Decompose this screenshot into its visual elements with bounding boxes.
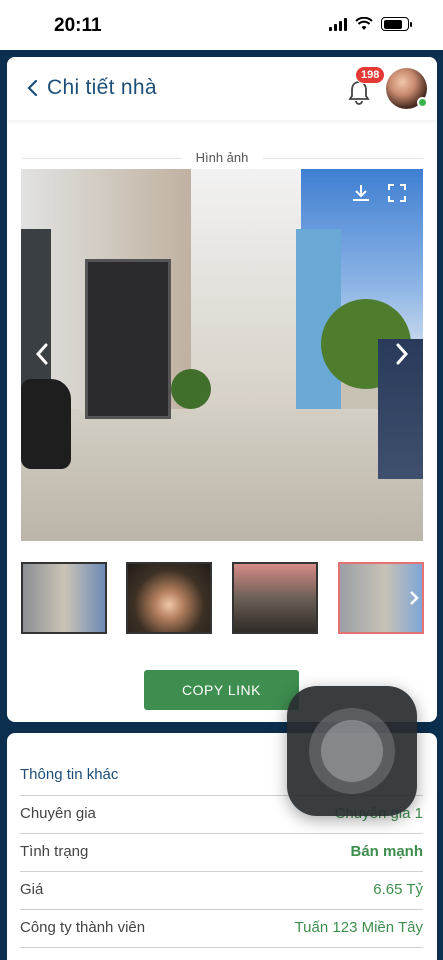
download-icon xyxy=(353,185,369,201)
download-button[interactable] xyxy=(349,181,373,205)
thumbnail-2[interactable] xyxy=(126,562,212,634)
cellular-signal-icon xyxy=(329,17,347,31)
next-photo-button[interactable] xyxy=(389,341,415,367)
thumbnail-strip xyxy=(21,562,424,634)
chevron-right-icon xyxy=(396,343,409,365)
info-row: Tình trạng Bán mạnh xyxy=(20,834,423,872)
previous-photo-button[interactable] xyxy=(29,341,55,367)
thumbnail-3[interactable] xyxy=(232,562,318,634)
info-label: Chuyên gia xyxy=(20,805,96,822)
chevron-right-icon xyxy=(410,591,419,605)
info-section-title: Thông tin khác xyxy=(20,766,119,783)
app-header: Chi tiết nhà 198 xyxy=(7,57,437,120)
thumbnail-1[interactable] xyxy=(21,562,107,634)
back-chevron-icon xyxy=(27,79,38,97)
info-label: Công ty thành viên xyxy=(20,919,146,936)
battery-icon xyxy=(381,17,412,31)
notification-badge: 198 xyxy=(355,66,386,84)
online-status-dot xyxy=(417,97,428,108)
thumbnails-next-button[interactable] xyxy=(405,586,423,610)
info-value: Tuấn 123 Miền Tây xyxy=(294,919,423,936)
info-value: Bán mạnh xyxy=(350,843,423,860)
assistive-touch-button[interactable] xyxy=(287,686,417,816)
info-value: 6.65 Tỷ xyxy=(373,881,423,898)
chevron-left-icon xyxy=(35,343,48,365)
info-label: Giá xyxy=(20,881,44,898)
fullscreen-button[interactable] xyxy=(385,181,409,205)
back-button[interactable] xyxy=(21,77,43,99)
info-row: Công ty thành viên Tuấn 123 Miền Tây xyxy=(20,910,423,948)
copy-link-button[interactable]: COPY LINK xyxy=(144,670,299,710)
main-photo[interactable] xyxy=(21,169,423,541)
wifi-icon xyxy=(355,17,373,30)
info-row: Giá 6.65 Tỷ xyxy=(20,872,423,910)
page-title: Chi tiết nhà xyxy=(47,76,157,99)
divider-right xyxy=(263,158,423,159)
property-detail-card: Chi tiết nhà 198 Hình ảnh COPY LINK xyxy=(7,57,437,722)
info-label: Tình trạng xyxy=(20,843,89,860)
status-time: 20:11 xyxy=(54,15,102,36)
fullscreen-icon xyxy=(388,184,406,202)
status-icons xyxy=(329,17,412,31)
status-bar: 20:11 xyxy=(0,0,443,50)
